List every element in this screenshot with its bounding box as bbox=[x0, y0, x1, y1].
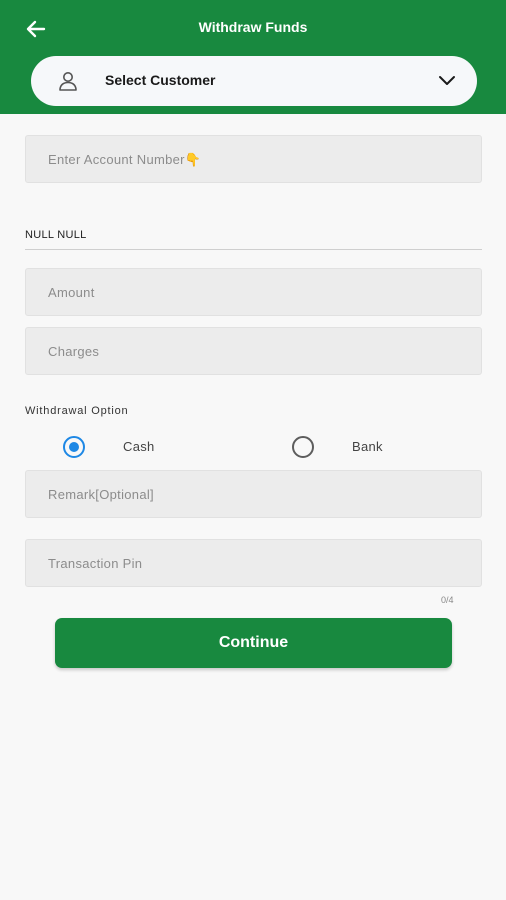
amount-input[interactable] bbox=[26, 269, 481, 315]
continue-button[interactable]: Continue bbox=[55, 618, 452, 668]
bank-radio[interactable] bbox=[292, 436, 314, 458]
remark-field[interactable] bbox=[25, 470, 482, 518]
account-number-field[interactable] bbox=[25, 135, 482, 183]
cash-label[interactable]: Cash bbox=[123, 439, 155, 454]
chevron-down-icon bbox=[439, 76, 455, 85]
user-icon bbox=[59, 72, 77, 91]
select-customer-dropdown[interactable]: Select Customer bbox=[31, 56, 477, 106]
withdrawal-option-title: Withdrawal Option bbox=[25, 405, 129, 417]
charges-field[interactable] bbox=[25, 327, 482, 375]
page-title: Withdraw Funds bbox=[198, 19, 308, 35]
account-number-input[interactable] bbox=[26, 136, 481, 182]
select-customer-label: Select Customer bbox=[105, 72, 216, 88]
transaction-pin-field[interactable] bbox=[25, 539, 482, 587]
account-name: NULL NULL bbox=[25, 229, 87, 241]
app-header: Withdraw Funds Select Customer bbox=[0, 0, 506, 114]
bank-label[interactable]: Bank bbox=[352, 439, 383, 454]
pin-character-counter: 0/4 bbox=[441, 595, 454, 605]
transaction-pin-input[interactable] bbox=[26, 540, 481, 586]
account-name-divider bbox=[25, 249, 482, 250]
cash-radio[interactable] bbox=[63, 436, 85, 458]
remark-input[interactable] bbox=[26, 471, 481, 517]
charges-input[interactable] bbox=[26, 328, 481, 374]
amount-field[interactable] bbox=[25, 268, 482, 316]
